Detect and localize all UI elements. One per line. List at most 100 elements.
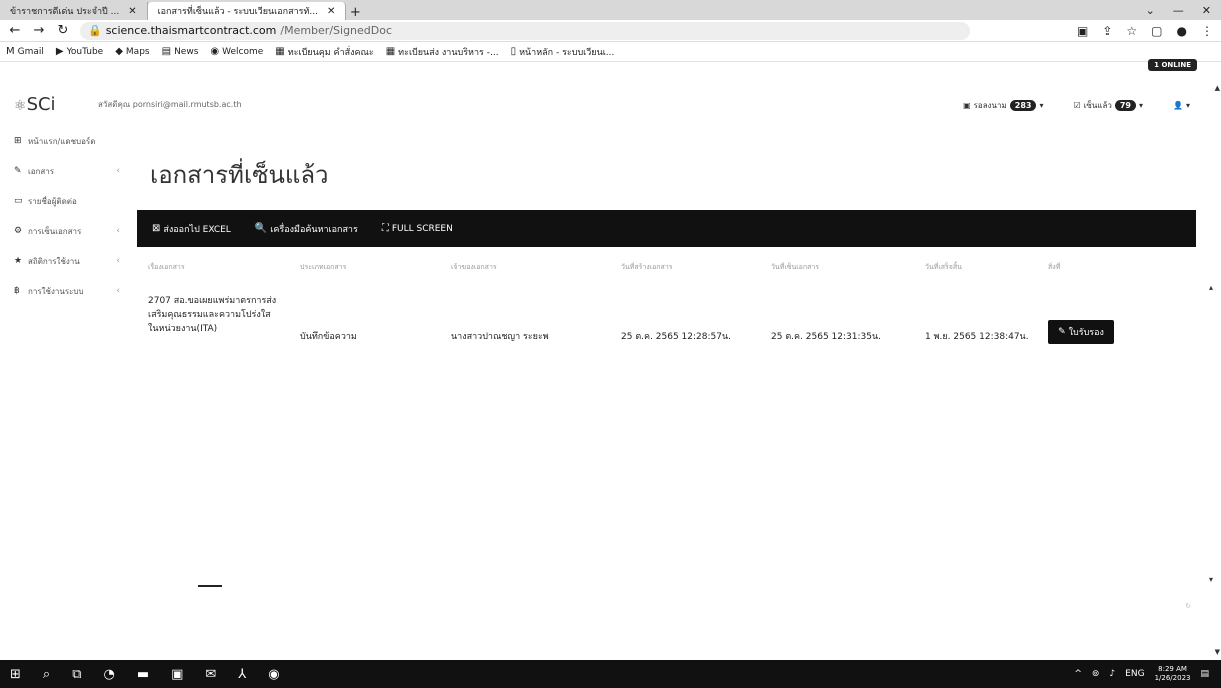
sidebar-item-dashboard[interactable]: ⊞ หน้าแรก/แดชบอร์ด bbox=[0, 126, 130, 156]
fullscreen-button[interactable]: ⛶ FULL SCREEN bbox=[382, 223, 453, 234]
bookmark-gmail[interactable]: M Gmail bbox=[6, 46, 44, 57]
bookmark-news[interactable]: ▤ News bbox=[162, 46, 199, 57]
edge-icon[interactable]: ◔ bbox=[103, 667, 114, 682]
signed-dropdown[interactable]: ☑ เซ็นแล้ว 79 ▾ bbox=[1074, 99, 1143, 112]
sidebar-item-label: การเซ็นเอกสาร bbox=[28, 226, 82, 236]
address-bar: ← → ↻ 🔒 science.thaismartcontract.com/Me… bbox=[0, 20, 1221, 42]
footer-refresh-icon[interactable]: ↻ bbox=[1185, 602, 1191, 610]
chevron-left-icon: ‹ bbox=[116, 226, 120, 236]
fullscreen-icon: ⛶ bbox=[381, 223, 389, 234]
column-header[interactable]: วันที่เซ็นเอกสาร bbox=[771, 262, 819, 273]
scroll-up-icon[interactable]: ▲ bbox=[1215, 84, 1220, 92]
search-icon[interactable]: ⌕ bbox=[43, 667, 50, 682]
sidebar-item-stats[interactable]: ★ สถิติการใช้งาน ‹ bbox=[0, 246, 130, 276]
cell-completed: 1 พ.ย. 2565 12:38:47น. bbox=[925, 332, 1029, 342]
column-header[interactable]: เรื่องเอกสาร bbox=[148, 262, 185, 273]
chevron-left-icon: ‹ bbox=[116, 256, 120, 266]
bookmark-youtube[interactable]: ▶ YouTube bbox=[56, 46, 103, 57]
clock[interactable]: 8:29 AM 1/26/2023 bbox=[1155, 665, 1191, 683]
clock-time: 8:29 AM bbox=[1158, 665, 1187, 673]
task-view-icon[interactable]: ⧉ bbox=[72, 667, 81, 682]
caret-down-icon: ▾ bbox=[1185, 101, 1190, 110]
excel-icon: ⊠ bbox=[152, 223, 161, 234]
pencil-icon: ✎ bbox=[1058, 327, 1066, 337]
windows-start-icon[interactable]: ⊞ bbox=[10, 667, 21, 682]
user-menu[interactable]: 👤 ▾ bbox=[1173, 101, 1190, 110]
reload-icon[interactable]: ↻ bbox=[56, 23, 70, 38]
logo[interactable]: ⚛SCi bbox=[14, 94, 56, 115]
forward-icon[interactable]: → bbox=[32, 23, 46, 38]
sidebar-item-label: หน้าแรก/แดชบอร์ด bbox=[28, 136, 96, 146]
column-header[interactable]: เจ้าของเอกสาร bbox=[451, 262, 497, 273]
bookmark-welcome[interactable]: ◉ Welcome bbox=[210, 46, 263, 57]
column-header[interactable]: ประเภทเอกสาร bbox=[300, 262, 346, 273]
store-icon[interactable]: ▣ bbox=[171, 667, 183, 682]
profile-icon[interactable]: ● bbox=[1177, 24, 1187, 38]
table-scroll-up-icon[interactable]: ▴ bbox=[1209, 283, 1213, 292]
certificate-label: ใบรับรอง bbox=[1068, 328, 1104, 338]
close-icon[interactable]: ✕ bbox=[128, 6, 136, 17]
logo-mark-icon: ⚛ bbox=[14, 98, 27, 114]
bookmark-label: Welcome bbox=[222, 46, 264, 57]
caret-down-icon: ▾ bbox=[1039, 101, 1044, 110]
scroll-down-icon[interactable]: ▼ bbox=[1215, 648, 1220, 656]
close-window-icon[interactable]: ✕ bbox=[1202, 4, 1211, 17]
sidebar-item-signing[interactable]: ⚙ การเซ็นเอกสาร ‹ bbox=[0, 216, 130, 246]
sidepanel-icon[interactable]: ▢ bbox=[1151, 24, 1162, 38]
language-indicator[interactable]: ENG bbox=[1125, 669, 1144, 679]
certificate-button[interactable]: ✎ ใบรับรอง bbox=[1048, 320, 1114, 344]
dashboard-icon: ⊞ bbox=[14, 136, 22, 146]
browser-tab[interactable]: ข้าราชการดีเด่น ประจำปี ... ✕ bbox=[0, 2, 148, 20]
bookmark-label: Gmail bbox=[17, 46, 44, 57]
taskbar: ⊞ ⌕ ⧉ ◔ ▬ ▣ ✉ ⅄ ◉ ^ ⊚ ♪ ENG 8:29 AM 1/26… bbox=[0, 660, 1221, 688]
sidebar-item-label: เอกสาร bbox=[28, 166, 55, 176]
system-tray: ^ ⊚ ♪ ENG 8:29 AM 1/26/2023 ▤ bbox=[1074, 665, 1221, 683]
new-tab-icon[interactable]: + bbox=[346, 5, 364, 20]
menu-icon[interactable]: ⋮ bbox=[1201, 24, 1213, 38]
sidebar-item-contacts[interactable]: ▭ รายชื่อผู้ติดต่อ bbox=[0, 186, 130, 216]
sidebar-item-documents[interactable]: ✎ เอกสาร ‹ bbox=[0, 156, 130, 186]
url-input[interactable]: 🔒 science.thaismartcontract.com/Member/S… bbox=[80, 21, 970, 40]
export-excel-button[interactable]: ⊠ ส่งออกไป EXCEL bbox=[152, 222, 231, 236]
share-icon[interactable]: ⇪ bbox=[1102, 24, 1112, 38]
volume-icon[interactable]: ♪ bbox=[1109, 669, 1115, 679]
browser-tab-active[interactable]: เอกสารที่เซ็นแล้ว - ระบบเวียนเอกสารทั...… bbox=[147, 2, 347, 20]
bookmark-sheet-2[interactable]: ▦ ทะเบียนส่ง งานบริหาร -... bbox=[386, 45, 499, 59]
sheets-icon: ▦ bbox=[385, 46, 396, 57]
pending-dropdown[interactable]: ▣ รอลงนาม 283 ▾ bbox=[963, 99, 1044, 112]
sidebar-item-usage[interactable]: ฿ การใช้งานระบบ ‹ bbox=[0, 276, 130, 306]
page-scrollbar[interactable]: ▲ ▼ bbox=[1211, 84, 1221, 656]
network-icon[interactable]: ⊚ bbox=[1092, 669, 1100, 679]
tray-chevron-icon[interactable]: ^ bbox=[1074, 669, 1082, 679]
column-header[interactable]: วันที่สร้างเอกสาร bbox=[621, 262, 673, 273]
table-scroll-down-icon[interactable]: ▾ bbox=[1209, 575, 1213, 584]
extension-icon[interactable]: ▣ bbox=[1077, 24, 1088, 38]
divider bbox=[198, 585, 222, 587]
chevron-down-icon[interactable]: ⌄ bbox=[1146, 4, 1155, 17]
bookmark-label: ทะเบียนส่ง งานบริหาร -... bbox=[398, 47, 499, 58]
cell-type: บันทึกข้อความ bbox=[300, 332, 357, 342]
column-header[interactable]: วันที่เสร็จสิ้น bbox=[925, 262, 962, 273]
column-header[interactable]: สิ่งที่ bbox=[1048, 262, 1060, 273]
notification-icon[interactable]: ▤ bbox=[1200, 669, 1209, 679]
table-row[interactable]: 2707 สอ.ขอเผยแพร่มาตรการส่งเสริมคุณธรรมแ… bbox=[137, 288, 1196, 358]
mail-icon[interactable]: ✉ bbox=[205, 667, 216, 682]
minimize-icon[interactable]: — bbox=[1173, 4, 1184, 17]
bookmark-sheet-1[interactable]: ▦ ทะเบียนคุม คำสั่งคณะ bbox=[275, 45, 373, 59]
bookmark-home[interactable]: ▯ หน้าหลัก - ระบบเวียนเ... bbox=[511, 45, 615, 59]
chrome-icon: ◉ bbox=[210, 46, 220, 57]
chevron-left-icon: ‹ bbox=[116, 286, 120, 296]
url-host: science.thaismartcontract.com bbox=[105, 24, 277, 37]
user-icon: 👤 bbox=[1173, 101, 1183, 110]
chrome-icon[interactable]: ◉ bbox=[268, 667, 279, 682]
bookmark-maps[interactable]: ◆ Maps bbox=[115, 46, 149, 57]
acrobat-icon[interactable]: ⅄ bbox=[238, 667, 246, 682]
close-icon[interactable]: ✕ bbox=[327, 6, 335, 17]
search-tool-button[interactable]: 🔍 เครื่องมือค้นหาเอกสาร bbox=[255, 222, 358, 236]
file-explorer-icon[interactable]: ▬ bbox=[137, 667, 149, 682]
bookmark-star-icon[interactable]: ☆ bbox=[1126, 24, 1137, 38]
browser-actions: ▣ ⇪ ☆ ▢ ● ⋮ bbox=[1077, 24, 1213, 38]
back-icon[interactable]: ← bbox=[8, 23, 22, 38]
bookmark-label: News bbox=[174, 46, 199, 57]
sheets-icon: ▦ bbox=[275, 46, 285, 57]
